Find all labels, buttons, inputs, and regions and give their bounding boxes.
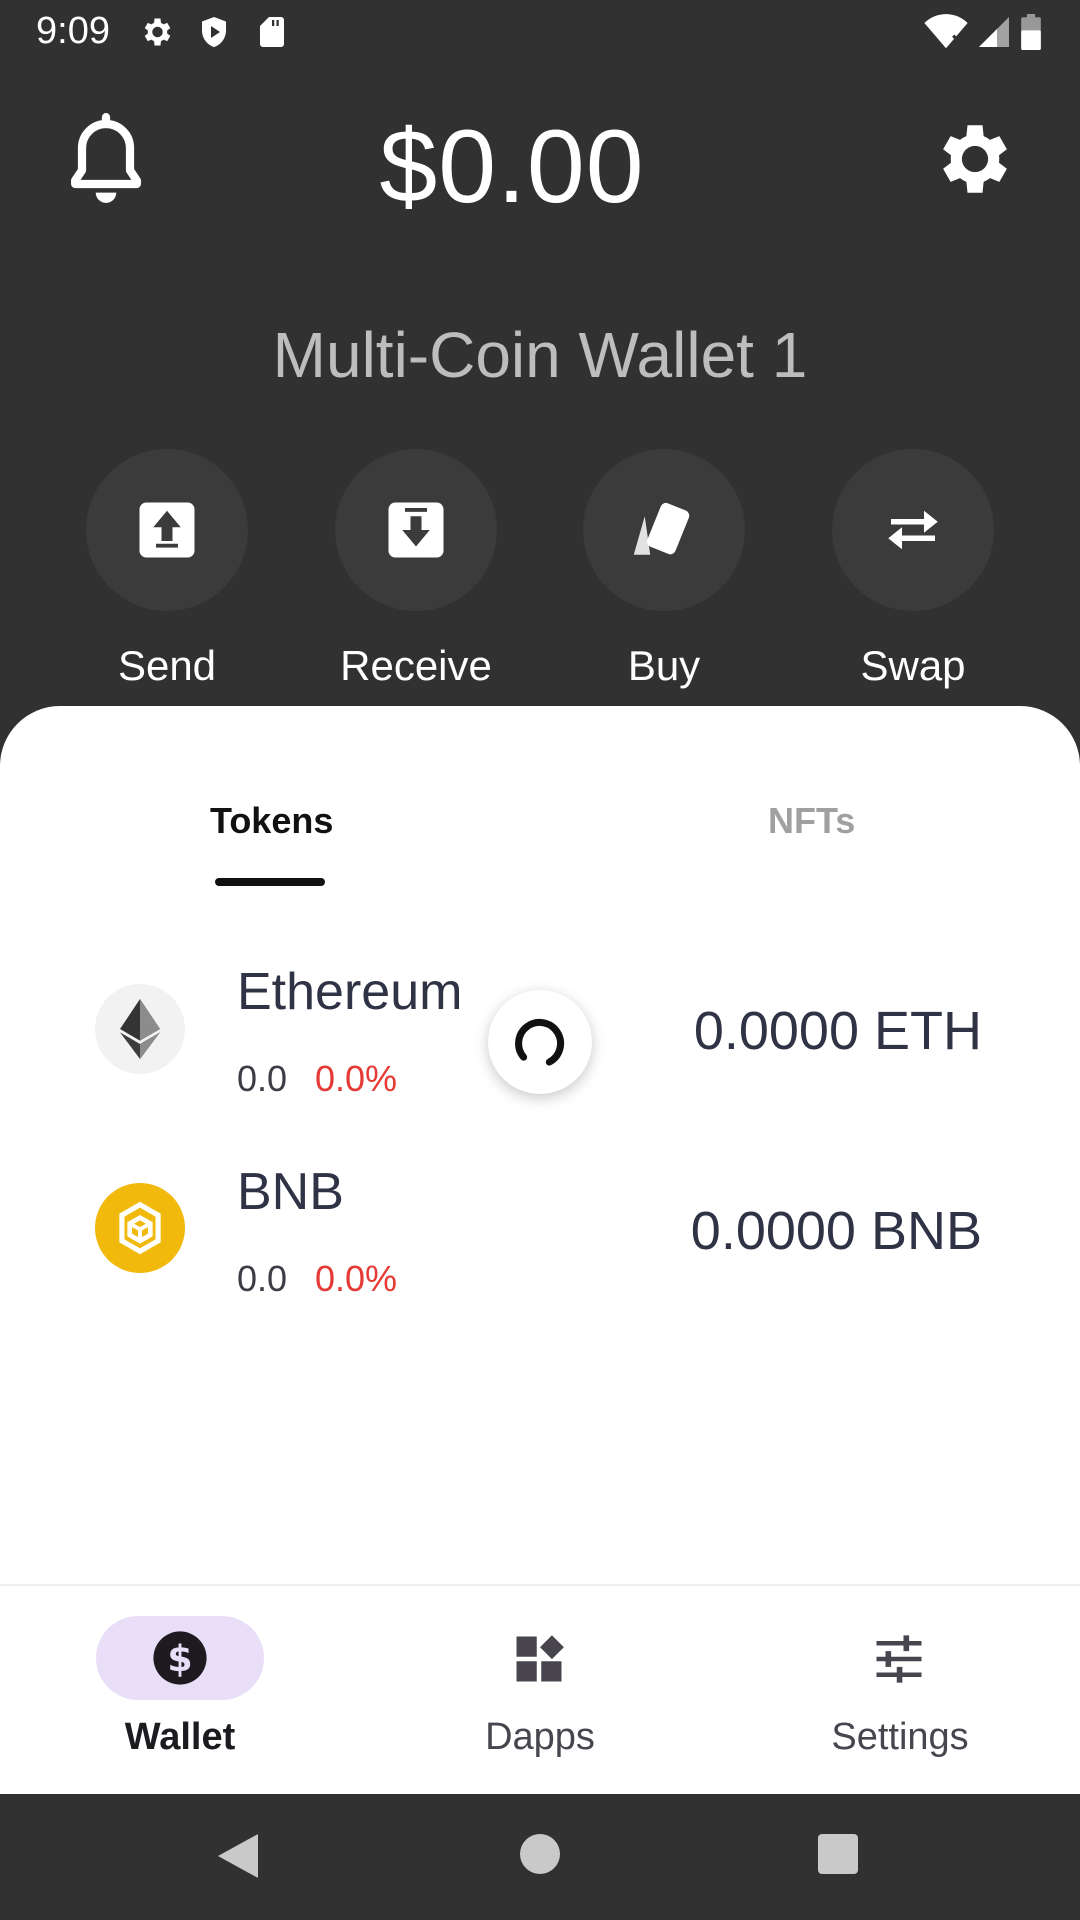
sd-card-icon: [260, 17, 284, 47]
cards-icon: [633, 502, 690, 555]
token-amount-bnb: 0.0000 BNB: [690, 1201, 982, 1261]
wallet-name[interactable]: Multi-Coin Wallet 1: [0, 318, 1080, 392]
status-bar: 9:09: [0, 0, 1080, 64]
tab-tokens[interactable]: Tokens: [210, 800, 333, 842]
shield-play-icon: [202, 17, 226, 47]
swap-label: Swap: [860, 642, 966, 689]
token-amount-ethereum: 0.0000 ETH: [693, 1001, 982, 1061]
receive-label: Receive: [340, 642, 492, 689]
refresh-spinner-icon: [515, 1018, 565, 1066]
wifi-icon: [924, 14, 968, 49]
sliders-icon[interactable]: [872, 1632, 926, 1691]
token-name-bnb[interactable]: BNB: [237, 1162, 344, 1222]
gear-icon: [144, 18, 171, 46]
back-icon[interactable]: [218, 1834, 258, 1878]
receive-button[interactable]: [335, 449, 497, 611]
total-balance: $0.00: [379, 109, 645, 225]
status-icons-right: [924, 14, 1042, 50]
recents-icon[interactable]: [818, 1834, 858, 1874]
token-change-bnb: 0.0%: [315, 1258, 398, 1299]
swap-arrows-icon: [888, 510, 938, 550]
token-change-ethereum: 0.0%: [315, 1058, 398, 1099]
nav-label-dapps[interactable]: Dapps: [410, 1716, 670, 1759]
signal-icon: [979, 17, 1009, 47]
token-price-bnb: 0.0: [237, 1258, 288, 1299]
dapps-icon[interactable]: [512, 1632, 566, 1691]
status-icons-left: [138, 14, 290, 50]
token-price-ethereum: 0.0: [237, 1058, 288, 1099]
loading-spinner: [488, 990, 592, 1094]
nav-label-settings[interactable]: Settings: [770, 1716, 1030, 1759]
send-label: Send: [117, 642, 217, 689]
home-icon[interactable]: [520, 1834, 560, 1874]
assets-card: [0, 706, 1080, 1584]
ethereum-icon: [95, 984, 185, 1074]
battery-icon: [1021, 14, 1041, 50]
swap-button[interactable]: [832, 449, 994, 611]
system-navigation-bar: [0, 1794, 1080, 1920]
status-time: 9:09: [36, 10, 110, 52]
nav-active-pill[interactable]: $: [96, 1616, 264, 1700]
nav-label-wallet[interactable]: Wallet: [50, 1716, 310, 1759]
buy-button[interactable]: [583, 449, 745, 611]
buy-label: Buy: [627, 642, 701, 689]
token-name-ethereum[interactable]: Ethereum: [237, 962, 462, 1022]
download-icon: [388, 502, 444, 558]
bnb-icon: [95, 1183, 185, 1273]
send-button[interactable]: [86, 449, 248, 611]
dollar-icon: $: [153, 1631, 207, 1685]
active-tab-indicator: [215, 878, 325, 886]
upload-icon: [139, 502, 195, 558]
svg-text:$: $: [167, 1637, 192, 1680]
tab-nfts[interactable]: NFTs: [768, 800, 855, 842]
settings-gear-icon[interactable]: [930, 114, 1020, 204]
